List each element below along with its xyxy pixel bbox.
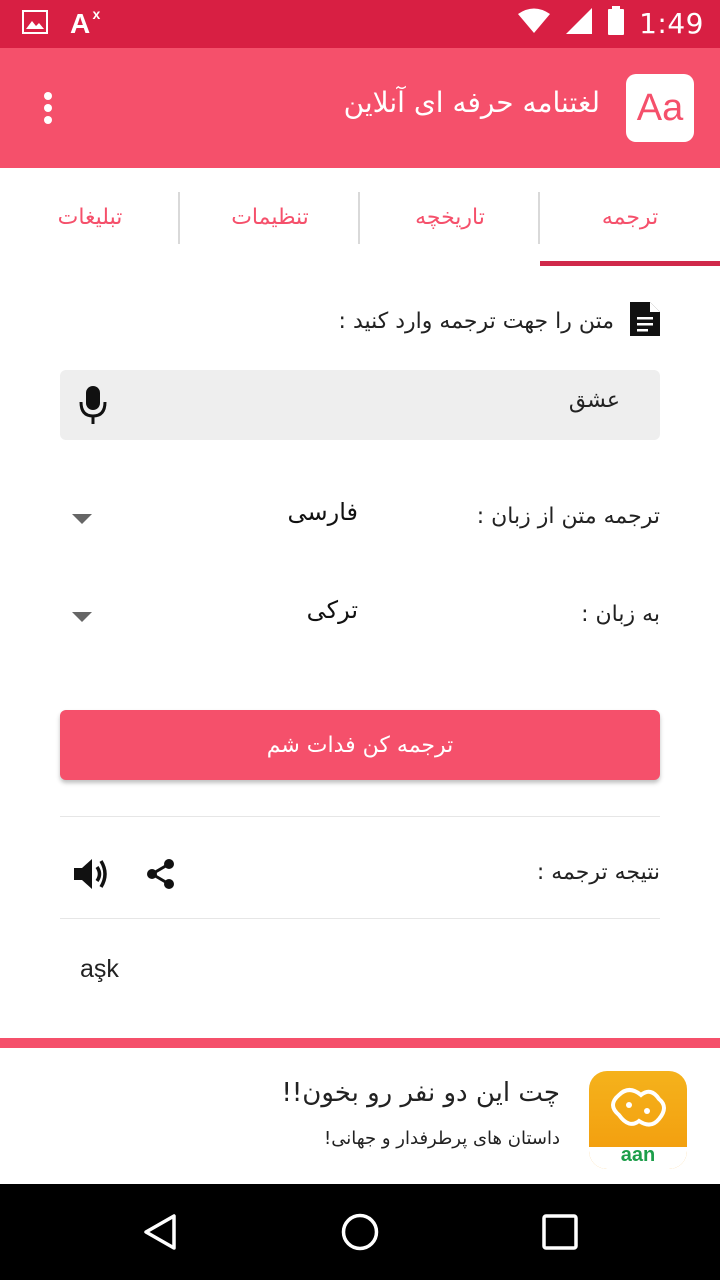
overflow-menu-icon[interactable] (30, 86, 66, 130)
ad-brand-text: aan (620, 1144, 656, 1166)
divider (60, 918, 660, 919)
to-language-label: به زبان : (581, 602, 660, 627)
status-time: 1:49 (639, 6, 704, 40)
from-language-row[interactable]: ترجمه متن از زبان : فارسی (60, 490, 660, 550)
ad-divider (0, 1038, 720, 1048)
tab-ads[interactable]: تبلیغات (0, 168, 180, 266)
to-language-row[interactable]: به زبان : ترکی (60, 588, 660, 648)
document-icon (628, 300, 662, 342)
speaker-icon[interactable] (72, 856, 110, 896)
to-language-value[interactable]: ترکی (307, 596, 358, 624)
tab-settings[interactable]: تنظیمات (180, 168, 360, 266)
tab-bar: تبلیغات تنظیمات تاریخچه ترجمه (0, 168, 720, 266)
source-text-input[interactable] (200, 388, 620, 413)
ad-subtitle: داستان های پرطرفدار و جهانی! (324, 1128, 560, 1149)
signal-icon (565, 7, 593, 39)
status-bar: Ax 1:49 (0, 0, 720, 48)
recents-icon[interactable] (542, 1214, 578, 1254)
tab-label: ترجمه (601, 204, 659, 230)
result-label: نتیجه ترجمه : (536, 860, 660, 885)
home-icon[interactable] (340, 1212, 380, 1256)
dropdown-arrow-icon[interactable] (72, 612, 92, 622)
ad-banner[interactable]: aan چت این دو نفر رو بخون!! داستان های پ… (0, 1048, 720, 1184)
battery-icon (607, 6, 625, 40)
share-icon[interactable] (146, 858, 176, 894)
tab-label: تبلیغات (57, 204, 123, 230)
app-bar: لغتنامه حرفه ای آنلاین Aa (0, 48, 720, 168)
dropdown-arrow-icon[interactable] (72, 514, 92, 524)
wifi-icon (517, 8, 551, 38)
translate-button[interactable]: ترجمه کن فدات شم (60, 710, 660, 780)
from-language-value[interactable]: فارسی (288, 498, 359, 526)
tab-label: تاریخچه (415, 204, 485, 230)
ad-title: چت این دو نفر رو بخون!! (281, 1078, 560, 1108)
text-input-box (60, 370, 660, 440)
prompt-text: متن را جهت ترجمه وارد کنید : (338, 308, 614, 334)
result-text: aşk (80, 955, 119, 983)
app-title: لغتنامه حرفه ای آنلاین (343, 86, 600, 119)
image-notification-icon (22, 10, 48, 38)
microphone-icon[interactable] (78, 384, 108, 430)
from-language-label: ترجمه متن از زبان : (476, 504, 660, 529)
tab-history[interactable]: تاریخچه (360, 168, 540, 266)
tab-translate[interactable]: ترجمه (540, 168, 720, 266)
divider (60, 816, 660, 817)
text-format-notification-icon: Ax (70, 6, 101, 39)
back-icon[interactable] (140, 1212, 180, 1256)
tab-label: تنظیمات (231, 204, 309, 230)
app-logo: Aa (626, 74, 694, 142)
navigation-bar (0, 1184, 720, 1280)
ad-app-logo[interactable]: aan (589, 1071, 687, 1169)
input-prompt: متن را جهت ترجمه وارد کنید : (339, 300, 662, 342)
